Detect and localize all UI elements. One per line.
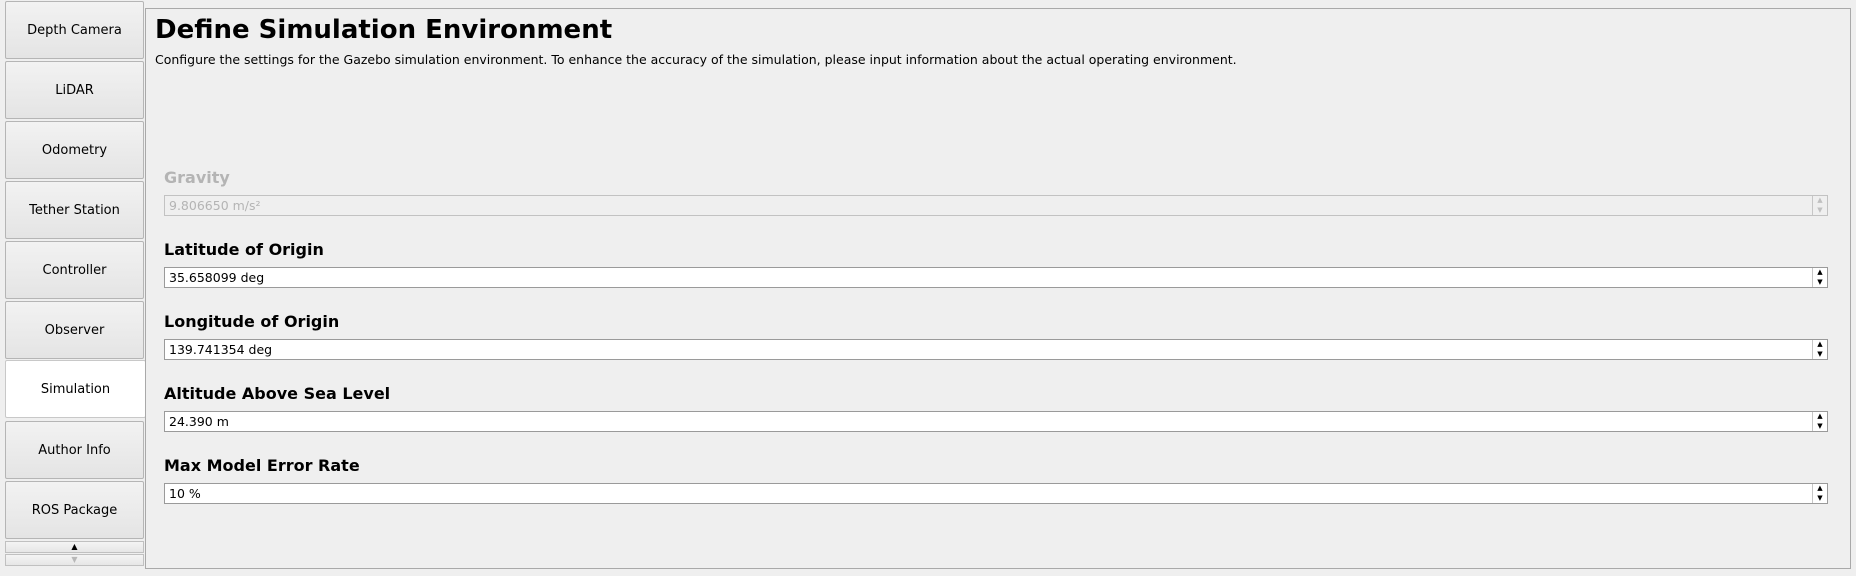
altitude-value[interactable]: 24.390 m (169, 414, 229, 429)
sidebar-item-depth-camera[interactable]: Depth Camera (5, 1, 144, 59)
latitude-label: Latitude of Origin (164, 240, 324, 259)
sidebar-item-ros-package[interactable]: ROS Package (5, 481, 144, 539)
sidebar-item-lidar[interactable]: LiDAR (5, 61, 144, 119)
altitude-stepper: ▲ ▼ (1812, 412, 1827, 431)
error-rate-label: Max Model Error Rate (164, 456, 360, 475)
altitude-label: Altitude Above Sea Level (164, 384, 391, 403)
altitude-spinbox[interactable]: 24.390 m ▲ ▼ (164, 411, 1828, 432)
error-rate-spinbox[interactable]: 10 % ▲ ▼ (164, 483, 1828, 504)
sidebar-scroll-up-button[interactable]: ▲ (5, 541, 144, 553)
longitude-value[interactable]: 139.741354 deg (169, 342, 272, 357)
error-rate-value[interactable]: 10 % (169, 486, 201, 501)
sidebar-scroll-down-button[interactable]: ▼ (5, 554, 144, 566)
error-rate-stepper: ▲ ▼ (1812, 484, 1827, 503)
simulation-settings-panel: Define Simulation Environment Configure … (145, 8, 1851, 569)
spin-up-icon[interactable]: ▲ (1813, 484, 1827, 494)
longitude-spinbox[interactable]: 139.741354 deg ▲ ▼ (164, 339, 1828, 360)
spin-down-icon[interactable]: ▼ (1813, 494, 1827, 504)
sidebar-item-simulation[interactable]: Simulation (5, 360, 146, 418)
spin-down-icon[interactable]: ▼ (1813, 278, 1827, 288)
spin-up-icon[interactable]: ▲ (1813, 340, 1827, 350)
spin-down-icon: ▼ (1817, 205, 1823, 214)
gravity-stepper: ▲ ▼ (1812, 196, 1827, 215)
longitude-stepper: ▲ ▼ (1812, 340, 1827, 359)
longitude-label: Longitude of Origin (164, 312, 340, 331)
spin-up-icon: ▲ (1817, 196, 1823, 205)
page-description: Configure the settings for the Gazebo si… (155, 52, 1237, 67)
spin-up-icon[interactable]: ▲ (1813, 412, 1827, 422)
sidebar-item-controller[interactable]: Controller (5, 241, 144, 299)
latitude-spinbox[interactable]: 35.658099 deg ▲ ▼ (164, 267, 1828, 288)
sidebar-nav: Depth Camera LiDAR Odometry Tether Stati… (5, 0, 146, 576)
gravity-label: Gravity (164, 168, 230, 187)
sidebar-item-tether-station[interactable]: Tether Station (5, 181, 144, 239)
spin-up-icon[interactable]: ▲ (1813, 268, 1827, 278)
sidebar-item-odometry[interactable]: Odometry (5, 121, 144, 179)
sidebar-item-author-info[interactable]: Author Info (5, 421, 144, 479)
gravity-value: 9.806650 m/s² (169, 198, 261, 213)
latitude-value[interactable]: 35.658099 deg (169, 270, 264, 285)
sidebar-item-observer[interactable]: Observer (5, 301, 144, 359)
page-title: Define Simulation Environment (155, 15, 613, 45)
spin-down-icon[interactable]: ▼ (1813, 350, 1827, 360)
latitude-stepper: ▲ ▼ (1812, 268, 1827, 287)
gravity-spinbox: 9.806650 m/s² ▲ ▼ (164, 195, 1828, 216)
spin-down-icon[interactable]: ▼ (1813, 422, 1827, 432)
